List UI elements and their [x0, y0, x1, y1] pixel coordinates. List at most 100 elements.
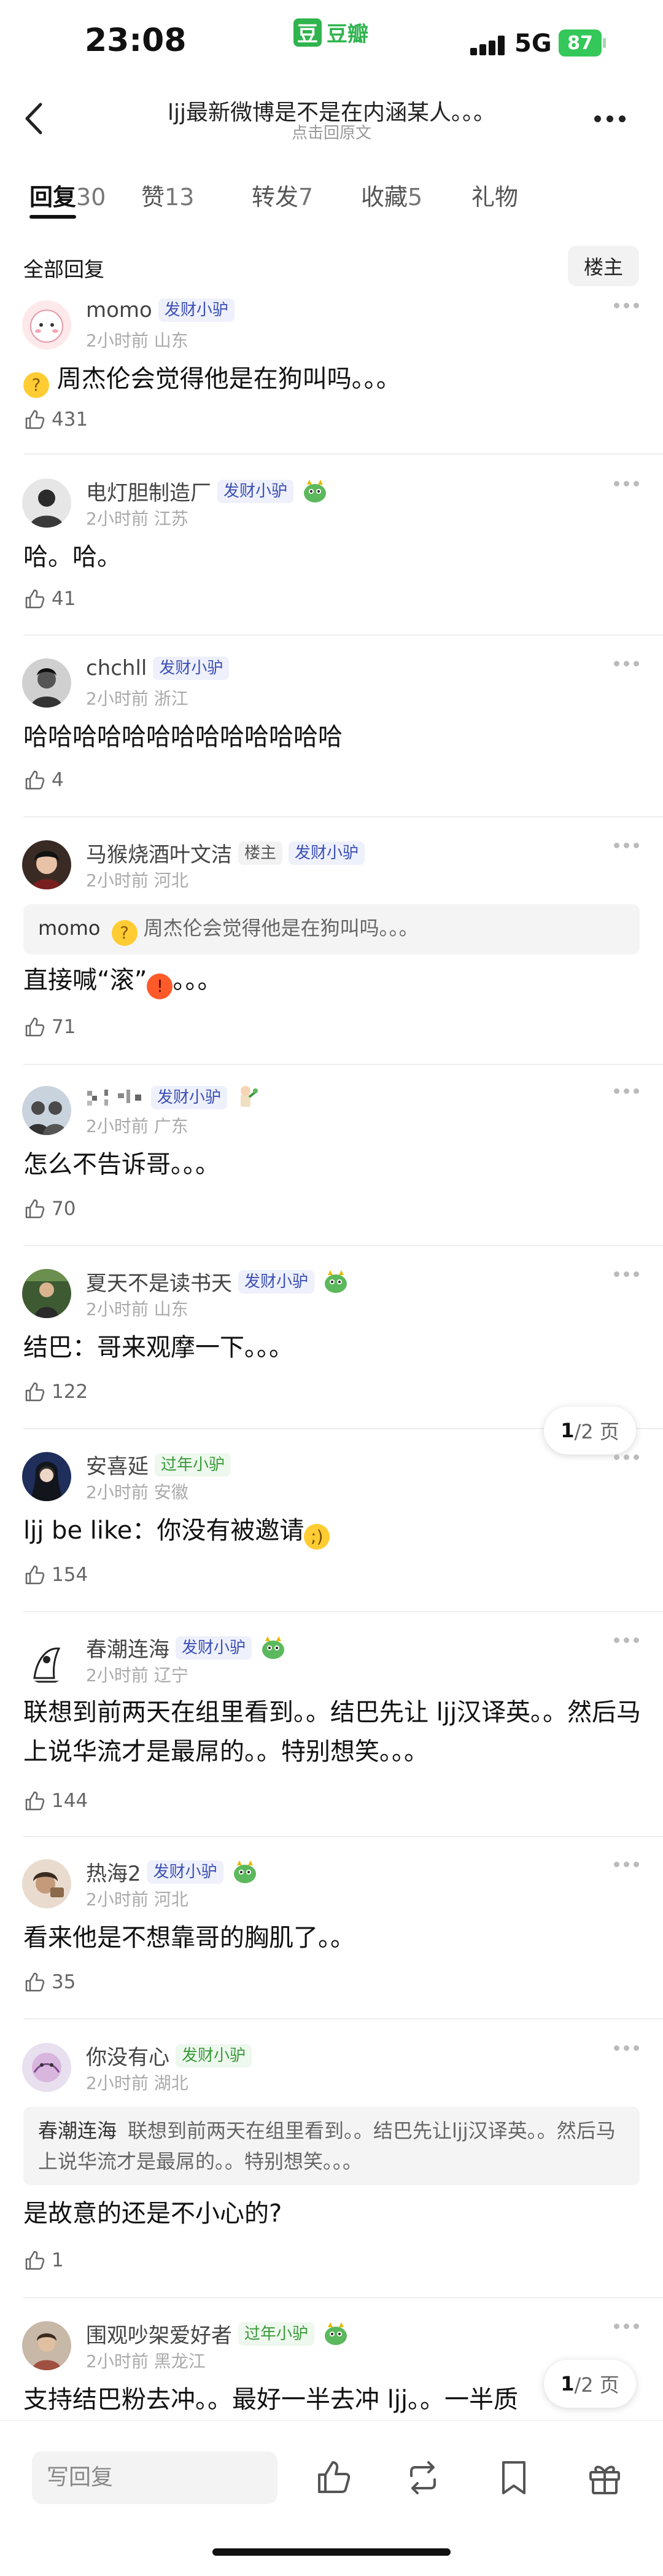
like-button[interactable]: 41	[23, 588, 76, 610]
comment-item: 安喜延 过年小驴 2小时前 安徽 ljj be like：你没有被邀请;) 15…	[0, 1450, 663, 1612]
avatar[interactable]	[22, 1269, 71, 1318]
username[interactable]: 围观吵架爱好者	[86, 2319, 232, 2349]
bottom-action-bar: 写回复	[0, 2420, 663, 2576]
username[interactable]: 安喜延	[86, 1450, 149, 1480]
tab-count: 30	[76, 184, 106, 211]
user-badge[interactable]: 过年小驴	[238, 2322, 315, 2346]
like-button[interactable]: 144	[23, 1790, 88, 1812]
avatar[interactable]	[22, 2321, 71, 2370]
divider	[23, 2297, 663, 2298]
quoted-reply[interactable]: 春潮连海 联想到前两天在组里看到。。结巴先让ljj汉译英。。然后马上说华流才是最屌…	[23, 2107, 640, 2185]
user-badge[interactable]: 发财小驴	[147, 1860, 223, 1884]
bookmark-icon[interactable]	[494, 2457, 534, 2498]
comment-time: 2小时前	[86, 330, 149, 351]
page-indicator[interactable]: 1/2 页	[544, 2360, 636, 2408]
like-count: 1	[52, 2249, 64, 2271]
like-button[interactable]: 4	[23, 769, 64, 791]
like-button[interactable]: 122	[23, 1381, 88, 1403]
comment-text: 怎么不告诉哥。。。	[23, 1150, 220, 1179]
comment-more-button[interactable]	[614, 1088, 639, 1094]
user-badge[interactable]: 发财小驴	[151, 1086, 228, 1109]
username[interactable]: 马猴烧酒叶文洁	[86, 838, 232, 868]
page-indicator[interactable]: 1/2 页	[544, 1407, 636, 1454]
username[interactable]: 电灯胆制造厂	[86, 476, 211, 506]
comment-more-button[interactable]	[614, 661, 639, 666]
tab-replies[interactable]: 回复30	[29, 178, 106, 212]
comment-location: 湖北	[153, 2073, 188, 2093]
status-bar: 23:08 豆 豆瓣 5G 87	[0, 0, 663, 86]
tab-label: 回复	[29, 184, 77, 211]
like-button[interactable]: 70	[23, 1198, 76, 1220]
repost-icon[interactable]	[403, 2457, 443, 2498]
avatar[interactable]	[22, 658, 71, 708]
comment-location: 江苏	[153, 509, 188, 529]
quoted-reply[interactable]: momo? 周杰伦会觉得他是在狗叫吗。。。	[23, 904, 640, 954]
comment-more-button[interactable]	[614, 303, 639, 308]
total-pages: /2 页	[574, 2373, 619, 2397]
comment-more-button[interactable]	[614, 2324, 639, 2329]
gift-icon[interactable]	[584, 2457, 625, 2498]
avatar[interactable]	[22, 1452, 71, 1501]
avatar[interactable]	[22, 1859, 71, 1908]
user-badge[interactable]: 发财小驴	[153, 657, 230, 680]
user-badge[interactable]: 发财小驴	[158, 299, 235, 322]
like-button[interactable]: 71	[23, 1016, 76, 1038]
comment-more-button[interactable]	[614, 1637, 639, 1643]
thinking-emoji-icon: ?	[23, 372, 49, 398]
like-button[interactable]: 431	[23, 408, 88, 431]
dragon-badge-icon	[304, 479, 327, 502]
user-badge[interactable]: 发财小驴	[289, 841, 365, 865]
more-options-button[interactable]	[594, 109, 637, 128]
comment-more-button[interactable]	[614, 2045, 639, 2051]
username[interactable]: 热海2	[86, 1857, 141, 1887]
comment-more-button[interactable]	[614, 1271, 639, 1277]
avatar[interactable]	[22, 1635, 71, 1684]
avatar[interactable]	[22, 300, 71, 349]
username-pixelated[interactable]	[86, 1087, 145, 1108]
username[interactable]: chchll	[86, 656, 147, 681]
avatar[interactable]	[22, 2043, 71, 2092]
tab-bar: 回复30 赞13 转发7 收藏5 礼物	[0, 178, 663, 226]
username[interactable]: 夏天不是读书天	[86, 1267, 232, 1297]
comment-more-button[interactable]	[614, 481, 639, 486]
status-time: 23:08	[85, 22, 187, 59]
reply-input[interactable]: 写回复	[32, 2451, 277, 2504]
user-badge[interactable]: 发财小驴	[176, 1636, 252, 1660]
like-button[interactable]: 1	[23, 2249, 64, 2271]
comment-item: momo 发财小驴 2小时前 山东 ? 周杰伦会觉得他是在狗叫吗。。。 431	[0, 298, 663, 455]
back-to-original-link[interactable]: 点击回原文	[86, 120, 577, 143]
avatar[interactable]	[22, 1086, 71, 1135]
avatar[interactable]	[22, 478, 71, 528]
back-button[interactable]	[17, 97, 54, 140]
comment-more-button[interactable]	[614, 843, 639, 848]
avatar[interactable]	[22, 840, 71, 889]
user-badge[interactable]: 过年小驴	[155, 1453, 231, 1477]
thumbs-up-icon	[25, 1199, 45, 1219]
battery-level: 87	[567, 32, 593, 54]
comment-text-body: ljj be like：你没有被邀请	[23, 1516, 304, 1545]
username[interactable]: 春潮连海	[86, 1633, 169, 1663]
comment-text-tail: 。。。	[173, 966, 222, 994]
tab-collections[interactable]: 收藏5	[361, 178, 422, 212]
like-button[interactable]: 35	[23, 1971, 76, 1993]
like-button[interactable]: 154	[23, 1564, 88, 1586]
comment-time: 2小时前	[86, 689, 149, 709]
tab-likes[interactable]: 赞13	[141, 178, 194, 212]
user-badge[interactable]: 发财小驴	[217, 479, 294, 503]
comment-time: 2小时前	[86, 1665, 149, 1685]
username[interactable]: 你没有心	[86, 2040, 169, 2071]
comment-location: 河北	[153, 870, 188, 891]
comment-time: 2小时前	[86, 870, 149, 891]
comment-item: 发财小驴 2小时前 广东 怎么不告诉哥。。。 70	[0, 1083, 663, 1246]
user-badge[interactable]: 发财小驴	[176, 2043, 252, 2067]
owner-only-button[interactable]: 楼主	[568, 246, 639, 286]
tab-reposts[interactable]: 转发7	[252, 178, 313, 212]
thumbs-up-icon[interactable]	[313, 2457, 354, 2498]
username[interactable]: momo	[86, 298, 152, 322]
comment-more-button[interactable]	[614, 1862, 639, 1867]
user-badge[interactable]: 发财小驴	[238, 1270, 315, 1294]
dragon-badge-icon	[325, 1270, 347, 1293]
comment-more-button[interactable]	[614, 1454, 639, 1460]
tab-gifts[interactable]: 礼物	[471, 178, 518, 212]
comment-item: 电灯胆制造厂 发财小驴 2小时前 江苏 哈。哈。 41	[0, 476, 663, 636]
